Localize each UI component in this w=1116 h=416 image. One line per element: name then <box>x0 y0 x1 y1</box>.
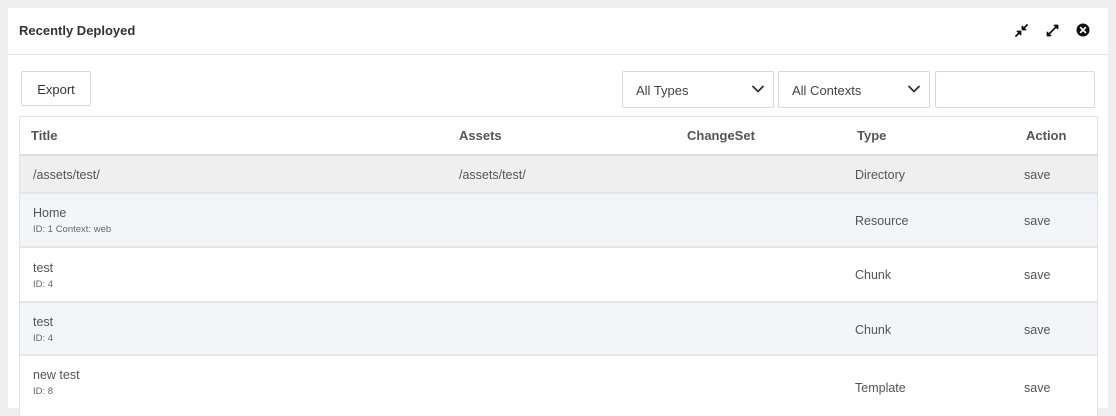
cell-action[interactable]: save <box>1024 268 1050 282</box>
context-filter-select[interactable]: All Contexts <box>778 71 930 108</box>
chevron-down-icon <box>752 85 764 93</box>
column-header-title[interactable]: Title <box>31 128 58 143</box>
cell-action[interactable]: save <box>1024 168 1050 182</box>
cell-title-meta: ID: 4 <box>33 279 54 290</box>
column-header-type[interactable]: Type <box>857 128 886 143</box>
cell-action[interactable]: save <box>1024 214 1050 228</box>
panel-title: Recently Deployed <box>19 23 136 38</box>
table-row[interactable]: test ID: 4 Chunk save <box>20 248 1097 303</box>
cell-title-meta: ID: 4 <box>33 333 54 344</box>
search-input[interactable] <box>935 71 1095 108</box>
cell-type: Chunk <box>855 268 892 282</box>
cell-type: Directory <box>855 168 906 182</box>
cell-type: Template <box>855 381 906 395</box>
deployments-grid: Title Assets ChangeSet Type Action /asse… <box>19 116 1098 416</box>
close-icon[interactable] <box>1076 23 1090 37</box>
table-row[interactable]: new test ID: 8 Template save <box>20 356 1097 416</box>
table-row[interactable]: /assets/test/ /assets/test/ Directory sa… <box>20 156 1097 194</box>
cell-type: Resource <box>855 214 909 228</box>
cell-assets: /assets/test/ <box>459 168 526 182</box>
table-row[interactable]: Home ID: 1 Context: web Resource save <box>20 194 1097 248</box>
panel-header: Recently Deployed <box>8 8 1108 55</box>
cell-title-meta: ID: 1 Context: web <box>33 224 112 235</box>
cell-title: /assets/test/ <box>33 168 100 182</box>
column-header-action[interactable]: Action <box>1026 128 1066 143</box>
type-filter-value: All Types <box>636 83 689 98</box>
cell-title: test <box>33 261 54 275</box>
cell-action[interactable]: save <box>1024 323 1050 337</box>
cell-title: Home <box>33 206 67 220</box>
cell-title: test <box>33 315 54 329</box>
grid-header: Title Assets ChangeSet Type Action <box>20 117 1097 156</box>
recently-deployed-panel: Recently Deployed Export All Types All C… <box>8 8 1108 416</box>
cell-action[interactable]: save <box>1024 381 1050 395</box>
context-filter-value: All Contexts <box>792 83 862 98</box>
export-button[interactable]: Export <box>21 71 91 106</box>
cell-title: new test <box>33 368 80 382</box>
table-row[interactable]: test ID: 4 Chunk save <box>20 303 1097 356</box>
expand-icon[interactable] <box>1045 23 1059 37</box>
column-header-assets[interactable]: Assets <box>459 128 502 143</box>
chevron-down-icon <box>908 85 920 93</box>
cell-type: Chunk <box>855 323 892 337</box>
collapse-icon[interactable] <box>1014 23 1028 37</box>
type-filter-select[interactable]: All Types <box>622 71 774 108</box>
column-header-changeset[interactable]: ChangeSet <box>687 128 755 143</box>
